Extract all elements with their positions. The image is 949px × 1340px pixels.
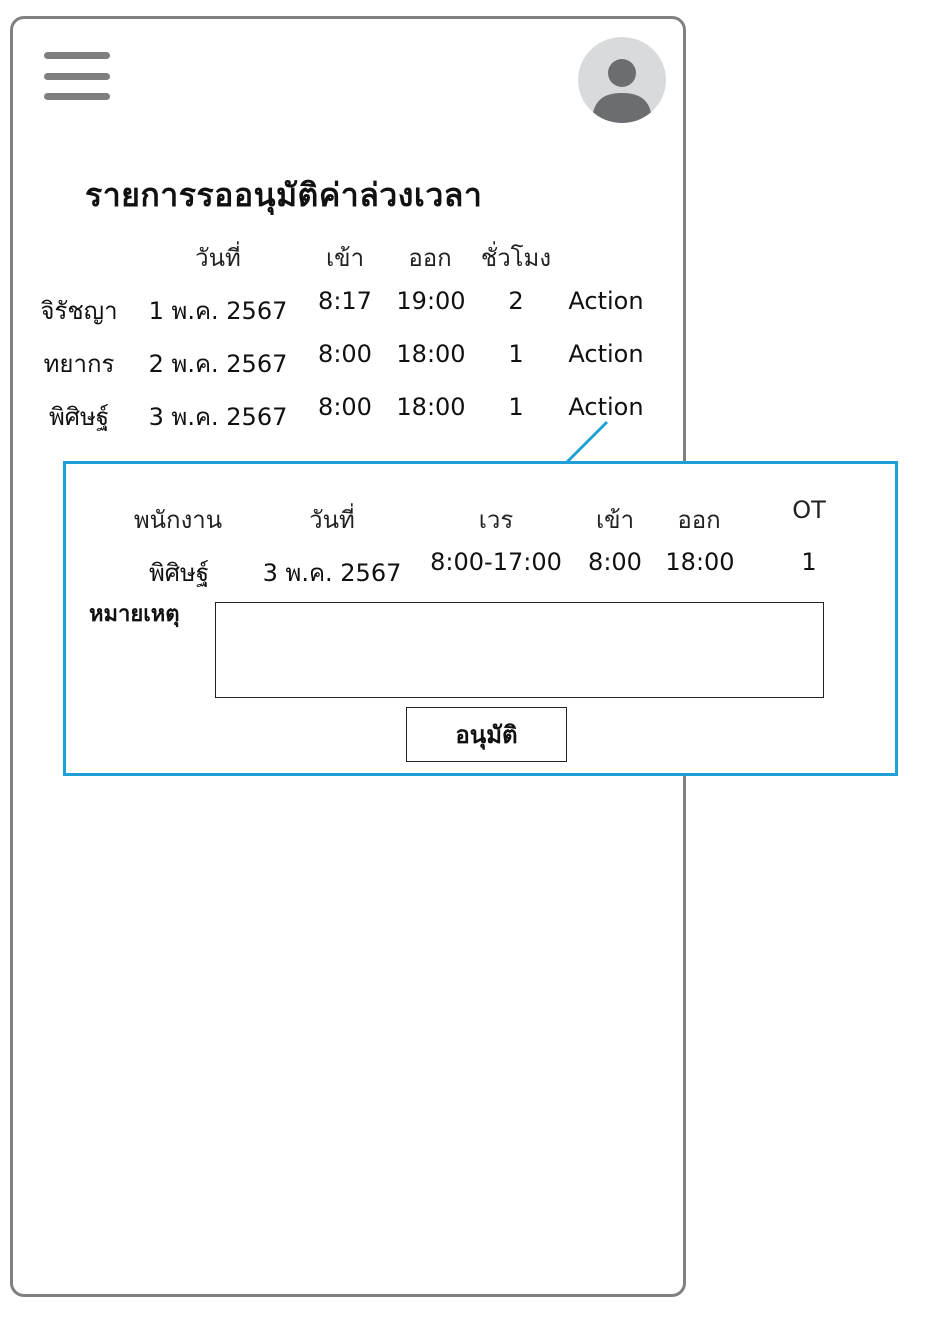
popup-in: 8:00 (588, 548, 642, 576)
row-date: 2 พ.ค. 2567 (148, 350, 288, 378)
row-name: ทยากร (43, 350, 115, 378)
row-hours: 2 (508, 287, 524, 315)
popup-shift: 8:00-17:00 (430, 548, 562, 576)
user-avatar-icon[interactable] (578, 37, 666, 123)
popup-out: 18:00 (665, 548, 735, 576)
row-out: 18:00 (396, 393, 466, 421)
popup-employee: พิศิษฐ์ (148, 559, 210, 587)
row-date: 1 พ.ค. 2567 (148, 297, 288, 325)
action-button[interactable]: Action (568, 340, 643, 368)
popup-header-out: ออก (677, 506, 721, 534)
column-header-date: วันที่ (195, 244, 241, 272)
row-in: 8:00 (318, 393, 372, 421)
row-date: 3 พ.ค. 2567 (148, 403, 288, 431)
row-in: 8:00 (318, 340, 372, 368)
remark-input[interactable] (215, 602, 824, 698)
popup-header-employee: พนักงาน (133, 506, 223, 534)
column-header-out: ออก (408, 244, 452, 272)
row-out: 19:00 (396, 287, 466, 315)
menu-bar (44, 93, 110, 100)
row-in: 8:17 (318, 287, 372, 315)
popup-date: 3 พ.ค. 2567 (262, 559, 402, 587)
row-name: จิรัชญา (40, 297, 118, 325)
action-button[interactable]: Action (568, 287, 643, 315)
hamburger-menu-icon[interactable] (44, 52, 110, 100)
popup-ot: 1 (801, 548, 817, 576)
action-button[interactable]: Action (568, 393, 643, 421)
menu-bar (44, 72, 110, 80)
popup-header-shift: เวร (478, 506, 514, 534)
menu-bar (44, 52, 110, 59)
row-hours: 1 (508, 393, 524, 421)
popup-header-date: วันที่ (309, 506, 355, 534)
column-header-hours: ชั่วโมง (480, 244, 552, 272)
column-header-in: เข้า (325, 244, 365, 272)
row-hours: 1 (508, 340, 524, 368)
remark-label: หมายเหตุ (89, 602, 180, 627)
row-name: พิศิษฐ์ (48, 403, 110, 431)
approve-button[interactable]: อนุมัติ (406, 707, 567, 762)
page-title: รายการรออนุมัติค่าล่วงเวลา (85, 176, 483, 214)
row-out: 18:00 (396, 340, 466, 368)
user-silhouette-icon (592, 59, 652, 123)
popup-header-in: เข้า (595, 506, 635, 534)
popup-header-ot: OT (792, 496, 826, 524)
